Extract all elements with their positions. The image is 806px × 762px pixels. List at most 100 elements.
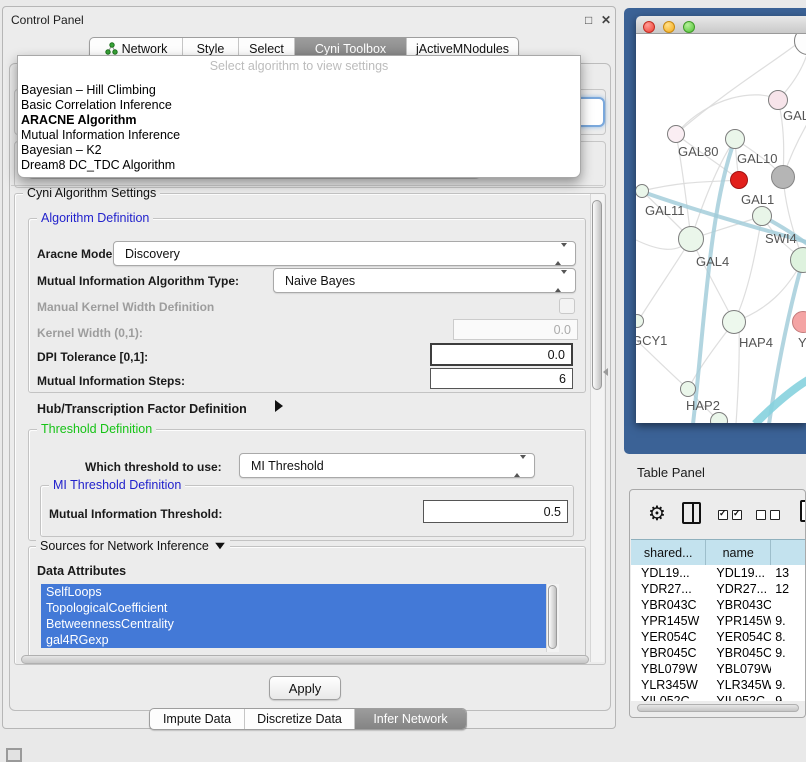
node-gray[interactable] (771, 165, 795, 189)
table-row[interactable]: YLR345WYLR345W9. (631, 677, 806, 693)
table-row[interactable]: YBL079WYBL079W (631, 661, 806, 677)
table-row[interactable]: YER054CYER054C8. (631, 629, 806, 645)
table-cell: YDL19... (706, 565, 771, 581)
attribute-item[interactable]: SelfLoops (41, 584, 546, 600)
node-pink[interactable] (768, 90, 788, 110)
node-label-gcy1: GCY1 (636, 333, 667, 348)
settings-hscrollbar-thumb[interactable] (21, 655, 589, 664)
attributes-scrollbar-thumb[interactable] (548, 585, 557, 649)
tab-impute-data[interactable]: Impute Data (150, 709, 244, 729)
minimize-traffic-light[interactable] (663, 21, 675, 33)
table-header-cell[interactable]: shared... (631, 540, 706, 565)
mi-steps-field[interactable]: 6 (430, 368, 573, 389)
table-cell: YBR045C (631, 645, 706, 661)
apply-button[interactable]: Apply (269, 676, 341, 700)
node-label-gal10: GAL10 (737, 151, 777, 166)
node-gal80[interactable] (667, 125, 685, 143)
node-cut-bottom[interactable] (710, 412, 728, 423)
gear-icon[interactable]: ⚙ (648, 501, 666, 526)
settings-scrollbar-track[interactable] (590, 194, 604, 662)
node-swi4[interactable] (752, 206, 772, 226)
node-red[interactable] (730, 171, 748, 189)
algorithm-item[interactable]: Bayesian – K2 (18, 143, 580, 158)
table-cell: YBL079W (631, 661, 706, 677)
node-gal4[interactable] (678, 226, 704, 252)
node-label-gal11: GAL11 (645, 203, 685, 218)
sources-title-row[interactable]: Sources for Network Inference (36, 539, 230, 553)
table-cell: 12 (771, 581, 806, 597)
table-row[interactable]: YBR043CYBR043C (631, 597, 806, 613)
expand-right-arrow-icon[interactable] (275, 400, 283, 412)
tab-infer-network[interactable]: Infer Network (354, 709, 466, 729)
which-threshold-combo[interactable]: MI Threshold (239, 453, 535, 478)
manual-kernel-label: Manual Kernel Width Definition (37, 300, 214, 314)
mi-threshold-label: Mutual Information Threshold: (49, 507, 222, 521)
table-cell: 13 (771, 565, 806, 581)
table-row[interactable]: YBR045CYBR045C9. (631, 645, 806, 661)
mi-type-value: Naive Bayes (285, 274, 355, 288)
cyni-settings-title: Cyni Algorithm Settings (23, 186, 160, 200)
deselect-all-checkboxes-icon[interactable] (756, 507, 784, 525)
attribute-item[interactable]: gal4RGexp (41, 632, 546, 648)
data-attributes-list: SelfLoopsTopologicalCoefficientBetweenne… (41, 584, 546, 652)
table-hscrollbar-thumb[interactable] (637, 704, 799, 712)
node-label-gal4: GAL4 (696, 254, 729, 269)
algorithm-item[interactable]: Dream8 DC_TDC Algorithm (18, 158, 580, 173)
tab-label: jActiveMNodules (416, 42, 509, 56)
close-traffic-light[interactable] (643, 21, 655, 33)
table-panel-title: Table Panel (637, 465, 705, 480)
close-window-icon[interactable]: ✕ (601, 14, 611, 26)
network-window-titlebar[interactable] (636, 16, 806, 34)
node-label-gal80: GAL80 (678, 144, 718, 159)
node-hap2[interactable] (680, 381, 696, 397)
table-row[interactable]: YDR27...YDR27...12 (631, 581, 806, 597)
table-cell (771, 661, 806, 677)
table-header-cell[interactable]: name (706, 540, 771, 565)
node-gal10[interactable] (725, 129, 745, 149)
algorithm-item[interactable]: ARACNE Algorithm (18, 113, 580, 128)
algorithm-item[interactable]: Basic Correlation Inference (18, 98, 580, 113)
node-hap4[interactable] (722, 310, 746, 334)
algorithm-item[interactable]: Mutual Information Inference (18, 128, 580, 143)
collapsed-panel-icon[interactable] (6, 748, 22, 762)
kernel-width-field[interactable]: 0.0 (453, 319, 578, 340)
attribute-item[interactable]: TopologicalCoefficient (41, 600, 546, 616)
table-header-cell[interactable] (771, 540, 806, 565)
table-row[interactable]: YIL052CYIL052C9. (631, 693, 806, 701)
table-cell: YBR045C (706, 645, 771, 661)
table-cell: YER054C (631, 629, 706, 645)
dpi-tolerance-field[interactable]: 0.0 (430, 343, 573, 366)
table-row[interactable]: YDL19...YDL19...13 (631, 565, 806, 581)
splitter-handle-icon[interactable] (603, 368, 608, 376)
table-cell: YDR27... (631, 581, 706, 597)
hub-definition-label[interactable]: Hub/Transcription Factor Definition (37, 402, 247, 416)
bottom-tab-bar: Impute DataDiscretize DataInfer Network (149, 708, 467, 730)
table-cell: YBR043C (631, 597, 706, 613)
network-edge (734, 216, 762, 322)
table-document-icon[interactable] (800, 500, 806, 522)
network-canvas[interactable]: GALGAL80GAL10GAL1GAL11SWI4GAL4GCY1HAP4YH… (636, 34, 806, 423)
mi-threshold-field[interactable]: 0.5 (423, 500, 568, 523)
table-cell: 9. (771, 693, 806, 701)
algorithm-item[interactable]: Bayesian – Hill Climbing (18, 83, 580, 98)
zoom-traffic-light[interactable] (683, 21, 695, 33)
table-row[interactable]: YPR145WYPR145W9. (631, 613, 806, 629)
attribute-item[interactable]: BetweennessCentrality (41, 616, 546, 632)
which-threshold-label: Which threshold to use: (85, 460, 222, 474)
screen: { "window": { "title": "Control Panel", … (0, 0, 806, 762)
select-all-checkboxes-icon[interactable] (718, 507, 746, 525)
table-cell: 9. (771, 677, 806, 693)
attributes-scrollbar-track[interactable] (546, 584, 559, 652)
popup-placeholder: Select algorithm to view settings (18, 56, 580, 83)
manual-kernel-checkbox[interactable] (559, 298, 575, 314)
settings-scrollbar-thumb[interactable] (592, 200, 602, 390)
mi-type-combo[interactable]: Naive Bayes (273, 268, 576, 293)
columns-icon[interactable] (682, 502, 701, 524)
float-window-icon[interactable]: □ (585, 14, 592, 26)
tab-discretize-data[interactable]: Discretize Data (244, 709, 354, 729)
network-edge (755, 377, 806, 423)
collapse-down-arrow-icon[interactable] (215, 543, 225, 549)
dpi-tolerance-label: DPI Tolerance [0,1]: (37, 350, 148, 364)
network-tab-icon (105, 42, 118, 55)
aracne-mode-combo[interactable]: Discovery (113, 241, 576, 266)
